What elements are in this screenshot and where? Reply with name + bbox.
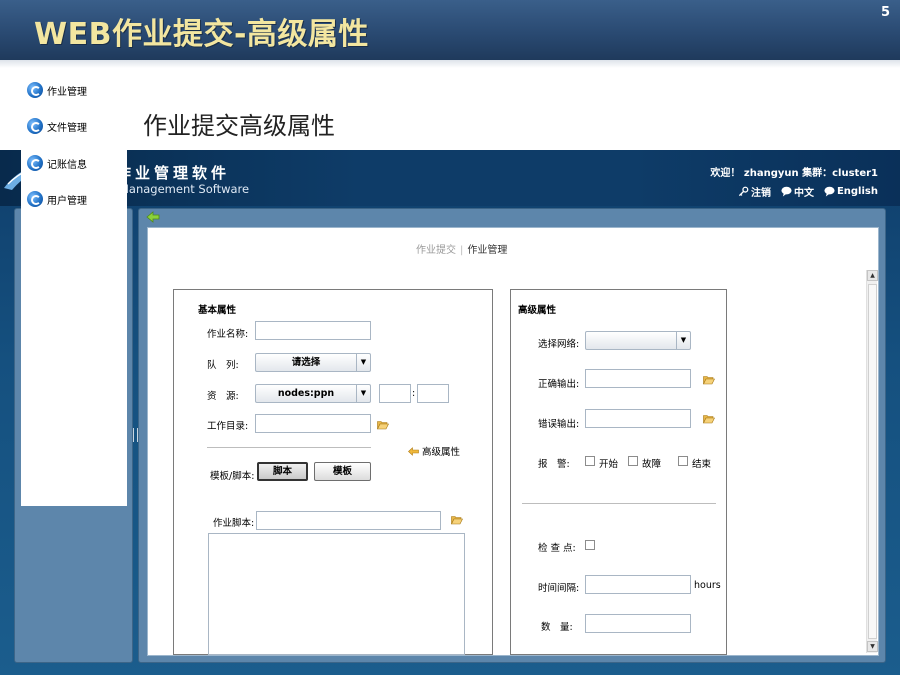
top-links: 注销 中文 English <box>738 184 878 199</box>
workdir-input[interactable] <box>255 414 371 433</box>
checkpoint-checkbox[interactable] <box>585 540 595 550</box>
job-name-label: 作业名称: <box>207 329 249 340</box>
scroll-down-button[interactable]: ▼ <box>867 641 878 652</box>
sidebar-item-file-management[interactable]: 文件管理 <box>27 118 87 134</box>
workdir-label: 工作目录: <box>207 421 249 432</box>
chinese-link[interactable]: 中文 <box>781 184 814 199</box>
stdout-label: 正确输出: <box>538 379 580 390</box>
resource-select-value: nodes:ppn <box>277 388 335 399</box>
advanced-properties-link-label: 高级属性 <box>422 447 461 458</box>
network-label: 选择网络: <box>538 339 580 350</box>
slide-header-band <box>0 60 900 68</box>
folder-open-icon[interactable] <box>703 375 715 385</box>
alarm-end-checkbox[interactable] <box>678 456 688 466</box>
stderr-label: 错误输出: <box>538 419 580 430</box>
scroll-thumb[interactable] <box>868 284 877 639</box>
bullet-text: 作业提交高级属性 <box>143 112 335 140</box>
alarm-start-checkbox[interactable] <box>585 456 595 466</box>
quantity-input[interactable] <box>585 614 691 633</box>
sidebar-item-label: 用户管理 <box>47 195 87 207</box>
basic-properties-title: 基本属性 <box>198 305 237 316</box>
nav-bullet-icon <box>27 82 43 98</box>
template-script-label: 模板/脚本: <box>210 471 255 482</box>
scroll-up-button[interactable]: ▲ <box>867 270 878 281</box>
ppn-input[interactable] <box>417 384 449 403</box>
interval-input[interactable] <box>585 575 691 594</box>
template-button[interactable]: 模板 <box>314 462 371 481</box>
sidebar-item-label: 作业管理 <box>47 86 87 98</box>
advanced-divider <box>522 503 716 504</box>
breadcrumb-current: 作业管理 <box>467 245 508 256</box>
alarm-fault-label: 故障 <box>642 459 662 470</box>
app-topbar: 浪潮天梭作业管理软件 Inspur TS Job Management Soft… <box>0 150 900 206</box>
alarm-start-label: 开始 <box>599 459 619 470</box>
job-script-textarea[interactable] <box>208 533 465 655</box>
breadcrumb: 作业提交 | 作业管理 <box>416 241 507 256</box>
slide-title: WEB作业提交-高级属性 <box>34 17 369 52</box>
checkpoint-label: 检 查 点: <box>538 543 576 554</box>
folder-open-icon[interactable] <box>377 420 389 430</box>
resource-label: 资 源: <box>207 391 239 402</box>
alarm-label: 报 警: <box>538 459 570 470</box>
resource-separator: : <box>412 388 416 399</box>
network-select[interactable]: ▼ <box>585 331 691 350</box>
slide-page-number: 5 <box>880 5 890 20</box>
script-button[interactable]: 脚本 <box>257 462 308 481</box>
nodes-input[interactable] <box>379 384 411 403</box>
basic-divider <box>207 447 371 448</box>
interval-label: 时间间隔: <box>538 583 580 594</box>
logout-link[interactable]: 注销 <box>738 184 771 199</box>
nav-bullet-icon <box>27 155 43 171</box>
chinese-label: 中文 <box>793 188 814 199</box>
slide-header: WEB作业提交-高级属性 5 <box>0 0 900 60</box>
folder-open-icon[interactable] <box>451 515 463 525</box>
chevron-down-icon: ▼ <box>676 332 690 349</box>
key-icon <box>738 186 749 197</box>
sidebar-item-label: 记账信息 <box>47 159 87 171</box>
english-link[interactable]: English <box>824 186 878 197</box>
chevron-down-icon: ▼ <box>356 385 370 402</box>
stdout-input[interactable] <box>585 369 691 388</box>
sidebar-splitter[interactable] <box>133 428 138 442</box>
sidebar-item-label: 文件管理 <box>47 122 87 134</box>
queue-select-value: 请选择 <box>291 357 321 368</box>
logout-label: 注销 <box>750 188 771 199</box>
job-script-input[interactable] <box>256 511 441 530</box>
back-arrow-icon[interactable] <box>146 211 160 223</box>
chevron-down-icon: ▼ <box>356 354 370 371</box>
interval-unit: hours <box>694 580 721 591</box>
chat-bubble-icon <box>781 186 792 197</box>
job-script-label: 作业脚本: <box>213 518 255 529</box>
sidebar: 作业管理 文件管理 记账信息 用户管理 <box>21 76 127 506</box>
queue-select[interactable]: 请选择 ▼ <box>255 353 371 372</box>
alarm-end-label: 结束 <box>692 459 712 470</box>
vertical-scrollbar[interactable]: ▲ ▼ <box>866 270 878 653</box>
resource-select[interactable]: nodes:ppn ▼ <box>255 384 371 403</box>
sidebar-item-accounting[interactable]: 记账信息 <box>27 155 87 171</box>
welcome-text: 欢迎！ zhangyun 集群：cluster1 <box>710 168 878 179</box>
alarm-fault-checkbox[interactable] <box>628 456 638 466</box>
chat-bubble-icon <box>824 186 835 197</box>
sidebar-item-user-management[interactable]: 用户管理 <box>27 191 87 207</box>
nav-bullet-icon <box>27 191 43 207</box>
advanced-properties-title: 高级属性 <box>518 305 557 316</box>
advanced-properties-link[interactable]: 高级属性 <box>408 444 460 458</box>
job-name-input[interactable] <box>255 321 371 340</box>
folder-open-icon[interactable] <box>703 414 715 424</box>
breadcrumb-separator: | <box>460 245 464 256</box>
nav-bullet-icon <box>27 118 43 134</box>
sidebar-item-job-management[interactable]: 作业管理 <box>27 82 87 98</box>
arrow-left-icon <box>408 446 419 456</box>
stderr-input[interactable] <box>585 409 691 428</box>
queue-label: 队 列: <box>207 360 239 371</box>
breadcrumb-parent[interactable]: 作业提交 <box>416 245 456 256</box>
english-label: English <box>836 186 878 197</box>
quantity-label: 数 量: <box>541 622 573 633</box>
